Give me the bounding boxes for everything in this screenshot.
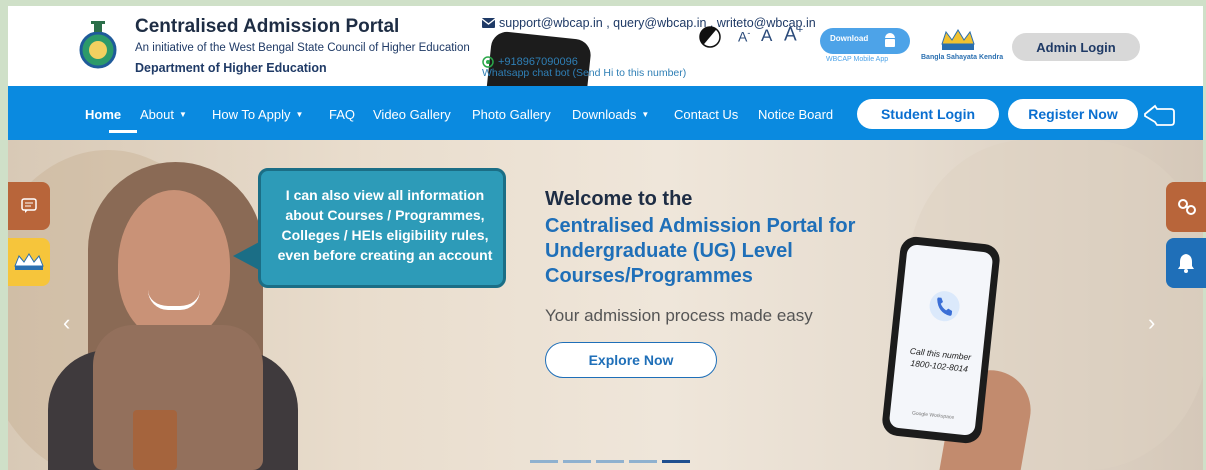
speech-bubble-text: I can also view all information about Co…: [277, 187, 493, 263]
download-label: Download: [830, 34, 869, 43]
link-icon: [1178, 199, 1196, 215]
nav-faq[interactable]: FAQ: [329, 107, 355, 122]
call-icon: [929, 291, 960, 322]
font-normal-button[interactable]: A: [761, 26, 772, 46]
notification-tab[interactable]: [1166, 238, 1206, 288]
android-icon: [885, 33, 895, 47]
explore-now-button[interactable]: Explore Now: [545, 342, 717, 378]
font-increase-button[interactable]: A+: [784, 24, 803, 46]
chevron-down-icon: ▼: [641, 110, 650, 119]
nav-how-to-apply-label: How To Apply: [212, 107, 291, 122]
hero-welcome: Welcome to the: [545, 188, 693, 210]
chat-icon: [21, 198, 37, 213]
chevron-down-icon: ▼: [295, 110, 304, 119]
carousel-indicator[interactable]: [563, 460, 591, 463]
wbscche-emblem-icon: [79, 21, 117, 69]
chevron-down-icon: ▼: [178, 110, 187, 119]
hero-carousel: I can also view all information about Co…: [8, 140, 1203, 470]
carousel-indicator[interactable]: [530, 460, 558, 463]
font-decrease-button[interactable]: A-: [738, 28, 750, 45]
phone-footer: Google Workspace: [911, 410, 955, 421]
nav-contact-us[interactable]: Contact Us: [674, 107, 738, 122]
whatsapp-note: Whatsapp chat bot (Send Hi to this numbe…: [482, 67, 687, 79]
portal-title: Centralised Admission Portal: [135, 16, 400, 37]
register-now-button[interactable]: Register Now: [1008, 99, 1138, 129]
nav-downloads[interactable]: Downloads ▼: [572, 107, 649, 122]
contrast-icon[interactable]: [699, 26, 721, 48]
admin-login-button[interactable]: Admin Login: [1012, 33, 1140, 61]
site-header: Centralised Admission Portal An initiati…: [8, 6, 1203, 240]
envelope-icon: [482, 18, 495, 28]
phone-screen: Call this number 1800-102-8014 Google Wo…: [888, 244, 994, 436]
speech-bubble: I can also view all information about Co…: [258, 168, 506, 288]
nav-home[interactable]: Home: [85, 107, 121, 122]
carousel-indicator[interactable]: [596, 460, 624, 463]
main-navigation: Home About ▼ How To Apply ▼ FAQ Video Gall…: [8, 86, 1203, 140]
nav-about[interactable]: About ▼: [140, 107, 187, 122]
bsk-caption: Bangla Sahayata Kendra: [921, 54, 1004, 61]
bsk-tab[interactable]: [8, 238, 50, 286]
nav-how-to-apply[interactable]: How To Apply ▼: [212, 107, 303, 122]
mobile-app-caption: WBCAP Mobile App: [826, 56, 889, 63]
student-illustration-face: [118, 190, 230, 340]
student-illustration-book: [133, 410, 177, 470]
student-login-button[interactable]: Student Login: [857, 99, 999, 129]
mobile-app-download-button[interactable]: Download: [820, 28, 910, 54]
hero-tagline: Your admission process made easy: [545, 306, 813, 325]
bell-icon: [1178, 254, 1194, 273]
department-name: Department of Higher Education: [135, 61, 327, 75]
hand-pointer-icon: [1144, 104, 1175, 126]
hero-headline: Centralised Admission Portal for Undergr…: [545, 215, 856, 287]
bsk-crown-icon: [14, 253, 44, 270]
nav-about-label: About: [140, 107, 174, 122]
nav-downloads-label: Downloads: [572, 107, 637, 122]
carousel-prev-icon[interactable]: ‹: [63, 310, 70, 336]
carousel-indicator[interactable]: [629, 460, 657, 463]
nav-photo-gallery[interactable]: Photo Gallery: [472, 107, 551, 122]
portal-subtitle: An initiative of the West Bengal State C…: [135, 42, 470, 54]
nav-notice-board[interactable]: Notice Board: [758, 107, 833, 122]
carousel-indicator[interactable]: [662, 460, 690, 463]
nav-video-gallery[interactable]: Video Gallery: [373, 107, 451, 122]
student-illustration-scarf: [93, 325, 263, 470]
chat-tab[interactable]: [8, 182, 50, 230]
bangla-sahayata-kendra-logo-icon[interactable]: [938, 26, 978, 52]
phone-call-text: Call this number 1800-102-8014: [909, 345, 972, 374]
links-tab[interactable]: [1166, 182, 1206, 232]
nav-active-indicator: [109, 130, 137, 133]
phone-illustration: Call this number 1800-102-8014 Google Wo…: [880, 235, 1002, 445]
carousel-next-icon[interactable]: ›: [1148, 310, 1155, 336]
